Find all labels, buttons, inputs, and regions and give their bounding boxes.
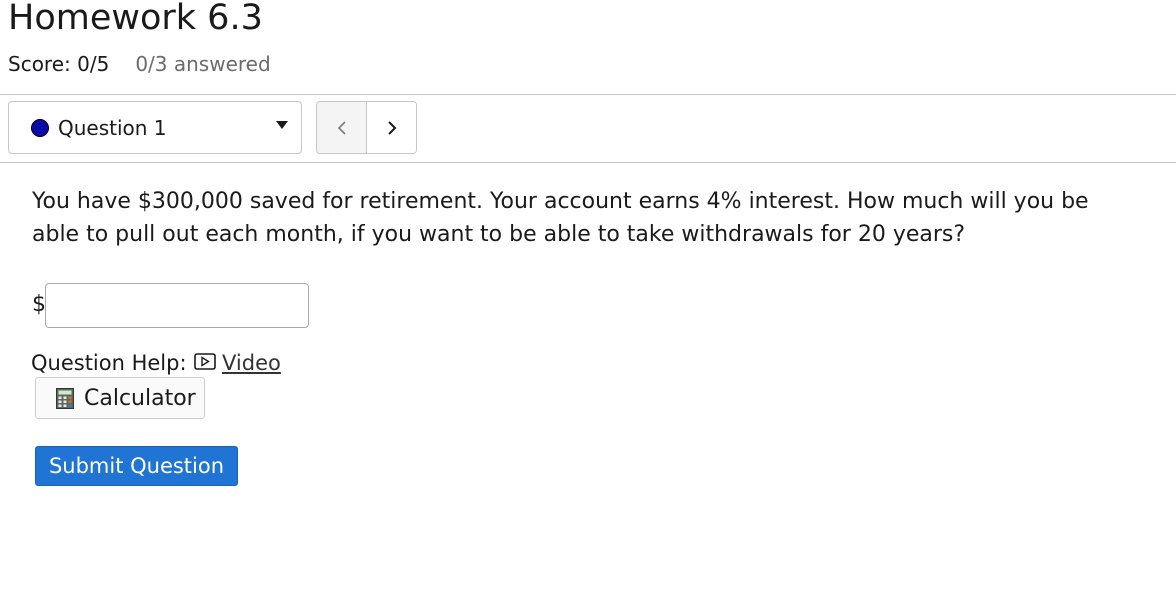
question-text: You have $300,000 saved for retirement. … [32, 189, 1089, 247]
question-select-label: Question 1 [58, 116, 167, 140]
caret-down-icon [276, 121, 288, 129]
question-select[interactable]: Question 1 [8, 101, 302, 154]
score-text: Score: 0/5 [8, 52, 110, 76]
calculator-button[interactable]: Calculator [35, 377, 205, 419]
video-play-icon[interactable] [194, 353, 216, 370]
calculator-icon [56, 388, 74, 409]
video-link[interactable]: Video [222, 350, 281, 377]
homework-page: Homework 6.3 Score: 0/5 0/3 answered Ques… [0, 0, 1176, 604]
page-title: Homework 6.3 [8, 0, 263, 38]
submit-question-button[interactable]: Submit Question [35, 446, 238, 486]
top-divider [0, 94, 1176, 95]
currency-symbol: $ [32, 292, 46, 317]
question-help-label: Question Help: [31, 351, 187, 375]
chevron-right-icon [387, 120, 396, 135]
chevron-left-icon [337, 120, 346, 135]
calculator-label: Calculator [84, 386, 196, 411]
answer-input[interactable] [45, 283, 309, 328]
score-line: Score: 0/5 0/3 answered [8, 51, 271, 77]
question-nav-buttons [316, 101, 417, 154]
answered-count: 0/3 answered [135, 52, 271, 76]
bottom-divider [0, 162, 1176, 163]
previous-question-button[interactable] [317, 102, 367, 153]
question-status-dot [31, 119, 49, 137]
next-question-button[interactable] [367, 102, 416, 153]
